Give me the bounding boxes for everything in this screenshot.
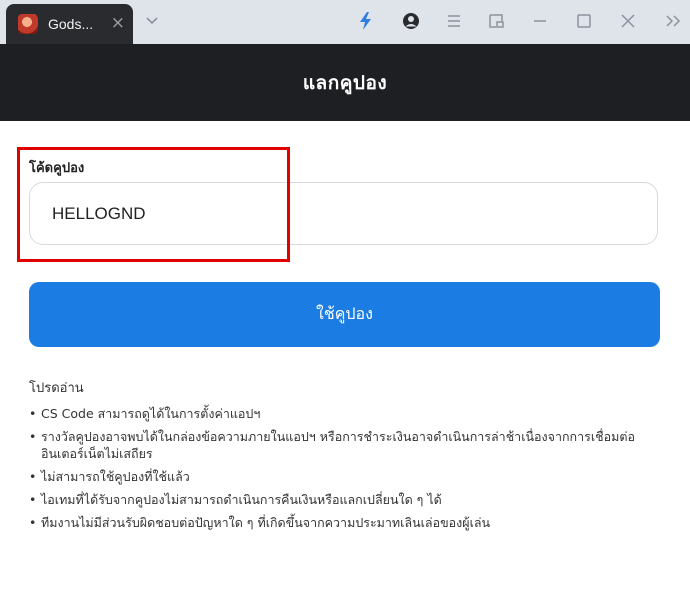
pip-icon[interactable] [486, 11, 506, 31]
notes-list: CS Code สามารถดูได้ในการตั้งค่าแอปฯ รางว… [29, 405, 669, 537]
highlight-annotation [17, 147, 290, 262]
app-favicon [18, 14, 38, 34]
menu-icon[interactable] [444, 11, 464, 31]
account-icon[interactable] [401, 11, 421, 31]
tab-title: Gods... [48, 16, 94, 32]
close-icon[interactable] [618, 11, 638, 31]
page-title: แลกคูปอง [302, 71, 388, 94]
chevron-down-icon[interactable] [142, 10, 162, 30]
maximize-icon[interactable] [574, 11, 594, 31]
browser-tab-bar: Gods... × [0, 0, 690, 44]
tab-close-icon[interactable]: × [111, 13, 125, 33]
notes-title: โปรดอ่าน [29, 381, 84, 396]
browser-tab[interactable]: Gods... × [6, 4, 133, 44]
minimize-icon[interactable] [530, 11, 550, 31]
expand-icon[interactable] [664, 11, 684, 31]
note-item: ไอเทมที่ได้รับจากคูปองไม่สามารถดำเนินการ… [29, 491, 669, 508]
redeem-coupon-button[interactable]: ใช้คูปอง [29, 282, 660, 347]
note-item: CS Code สามารถดูได้ในการตั้งค่าแอปฯ [29, 405, 669, 422]
note-item: รางวัลคูปองอาจพบได้ในกล่องข้อความภายในแอ… [29, 428, 669, 462]
note-item: ไม่สามารถใช้คูปองที่ใช้แล้ว [29, 468, 669, 485]
lightning-icon[interactable] [356, 11, 376, 31]
page-header: แลกคูปอง [0, 44, 690, 121]
note-item: ทีมงานไม่มีส่วนรับผิดชอบต่อปัญหาใด ๆ ที่… [29, 514, 669, 531]
